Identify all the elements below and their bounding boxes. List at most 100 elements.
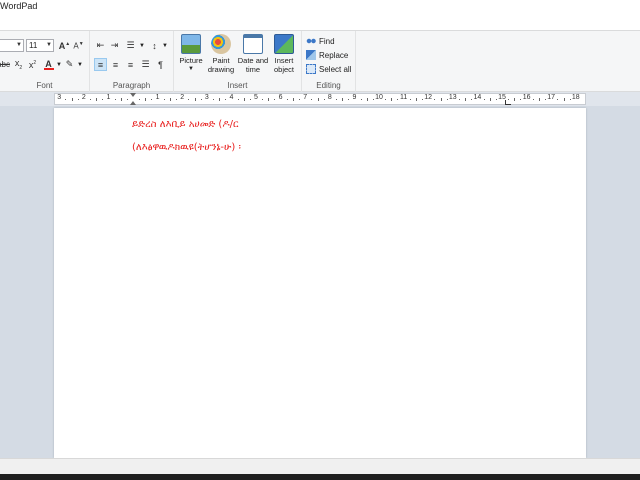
ruler-tick (545, 99, 547, 100)
select-all-label: Select all (319, 64, 352, 74)
ruler-tick (538, 98, 540, 101)
chevron-down-icon[interactable]: ▼ (56, 62, 62, 68)
ruler-tick (458, 99, 460, 100)
line-spacing-icon: ↕ (152, 40, 157, 51)
highlight-icon: ✎ (65, 59, 74, 69)
chevron-down-icon[interactable]: ▼ (162, 43, 168, 49)
select-all-icon (306, 64, 316, 74)
taskbar (0, 474, 640, 480)
ruler-label: 1 (106, 94, 111, 101)
ruler-tick (366, 98, 368, 101)
object-label-1: Insert (274, 56, 294, 65)
ruler-label: 2 (180, 94, 185, 101)
font-family-combo[interactable]: ▼ (0, 39, 24, 52)
ruler-label: 9 (352, 94, 357, 101)
align-center-button[interactable]: ≡ (109, 58, 122, 71)
replace-icon (306, 50, 316, 60)
increase-indent-button[interactable]: ⇥ (108, 39, 121, 52)
chevron-down-icon[interactable]: ▼ (139, 43, 145, 49)
select-all-button[interactable]: Select all (306, 63, 351, 75)
align-left-button[interactable]: ≡ (94, 58, 107, 71)
insert-group: Picture ▼ Paint drawing Date and time In… (174, 31, 302, 92)
insert-group-label: Insert (227, 81, 248, 90)
date-label-1: Date and (237, 56, 269, 65)
ribbon: ▼ 11 ▼ A▲ A▼ abc x2 x2 A ▼ ✎ ▼ Font (0, 30, 640, 92)
strikethrough-button[interactable]: abc (0, 58, 10, 71)
grow-font-button[interactable]: A▲ (58, 39, 71, 52)
font-size-combo[interactable]: 11 ▼ (26, 39, 54, 52)
ruler-tick (446, 99, 448, 100)
chevron-down-icon: ▼ (16, 42, 22, 48)
ruler-label: 17 (547, 94, 556, 101)
ruler-tick (262, 99, 264, 100)
bullets-button[interactable]: ☰ (124, 39, 137, 52)
superscript-icon: x2 (28, 59, 37, 70)
ruler-tick (508, 99, 510, 100)
ruler-tick (237, 99, 239, 100)
font-color-icon: A (45, 58, 52, 69)
ruler-tick (212, 99, 214, 100)
superscript-button[interactable]: x2 (26, 58, 39, 71)
ruler-label: 15 (498, 94, 506, 101)
ruler-tick (563, 98, 565, 101)
shrink-font-button[interactable]: A▼ (72, 39, 85, 52)
subscript-icon: x2 (14, 58, 23, 71)
ruler-tick (495, 99, 497, 100)
font-group: ▼ 11 ▼ A▲ A▼ abc x2 x2 A ▼ ✎ ▼ Font (0, 31, 90, 92)
ruler-tick (102, 99, 104, 100)
document-line[interactable]: ይድረስ ለእቢይ አሀመድ (ዶ/ር (132, 119, 239, 130)
ruler-tick (342, 98, 344, 101)
justify-button[interactable]: ☰ (139, 58, 152, 71)
ruler-tick (120, 98, 122, 101)
paragraph-group: ⇤ ⇥ ☰ ▼ ↕ ▼ ≡ ≡ ≡ ☰ ¶ Paragraph (90, 31, 174, 92)
chevron-down-icon[interactable]: ▼ (77, 62, 83, 68)
line-spacing-button[interactable]: ↕ (148, 39, 161, 52)
date-label-2: time (245, 65, 261, 74)
indent-marker-icon[interactable] (130, 101, 136, 105)
align-right-button[interactable]: ≡ (124, 58, 137, 71)
ruler[interactable]: 3 2 1 1 2 3 4 5 6 7 8 9 10 11 12 13 14 15 16 17 18 (54, 93, 586, 105)
title-bar: WordPad (0, 0, 640, 14)
ruler-tick (188, 99, 190, 100)
ruler-tick (520, 99, 522, 100)
picture-icon (181, 34, 201, 54)
paragraph-settings-button[interactable]: ¶ (154, 58, 167, 71)
decrease-indent-button[interactable]: ⇤ (94, 39, 107, 52)
editing-group-label: Editing (316, 81, 341, 90)
ruler-tick (96, 98, 98, 101)
chevron-down-icon: ▼ (46, 42, 52, 48)
ruler-tick (323, 99, 325, 100)
replace-button[interactable]: Replace (306, 49, 348, 61)
replace-label: Replace (319, 50, 349, 60)
ruler-label: 18 (571, 94, 580, 101)
align-right-icon: ≡ (127, 59, 134, 70)
highlight-button[interactable]: ✎ (63, 58, 76, 71)
increase-indent-icon: ⇥ (110, 40, 119, 50)
ruler-tick (126, 99, 128, 100)
strikethrough-icon: abc (0, 60, 10, 69)
date-time-button[interactable]: Date and time (236, 34, 270, 74)
ruler-tick (89, 99, 91, 100)
insert-picture-button[interactable]: Picture ▼ (178, 34, 204, 74)
indent-marker-icon[interactable] (130, 93, 136, 97)
insert-object-button[interactable]: Insert object (270, 34, 298, 74)
paint-icon (211, 34, 231, 54)
font-size-value: 11 (29, 41, 38, 50)
find-icon (306, 36, 316, 46)
paint-drawing-button[interactable]: Paint drawing (206, 34, 236, 74)
find-button[interactable]: Find (306, 35, 335, 47)
font-color-button[interactable]: A (42, 58, 55, 71)
ruler-label: 6 (278, 94, 283, 101)
ruler-tick (286, 99, 288, 100)
window-title: WordPad (0, 1, 38, 11)
document-page[interactable]: ይድረስ ለእቢይ አሀመድ (ዶ/ር (ለእፅዋዉዶክዉዩ(ትሆንኔ-ሁ) ፡ (54, 108, 586, 458)
paint-label-2: drawing (207, 65, 235, 74)
ruler-tick (292, 98, 294, 101)
subscript-button[interactable]: x2 (12, 58, 25, 71)
justify-icon: ☰ (141, 59, 150, 69)
ruler-tick (114, 99, 116, 100)
ruler-tick (465, 98, 467, 101)
document-line[interactable]: (ለእፅዋዉዶክዉዩ(ትሆንኔ-ሁ) ፡ (132, 142, 241, 153)
ruler-label: 4 (229, 94, 234, 101)
ruler-tick (249, 99, 251, 100)
